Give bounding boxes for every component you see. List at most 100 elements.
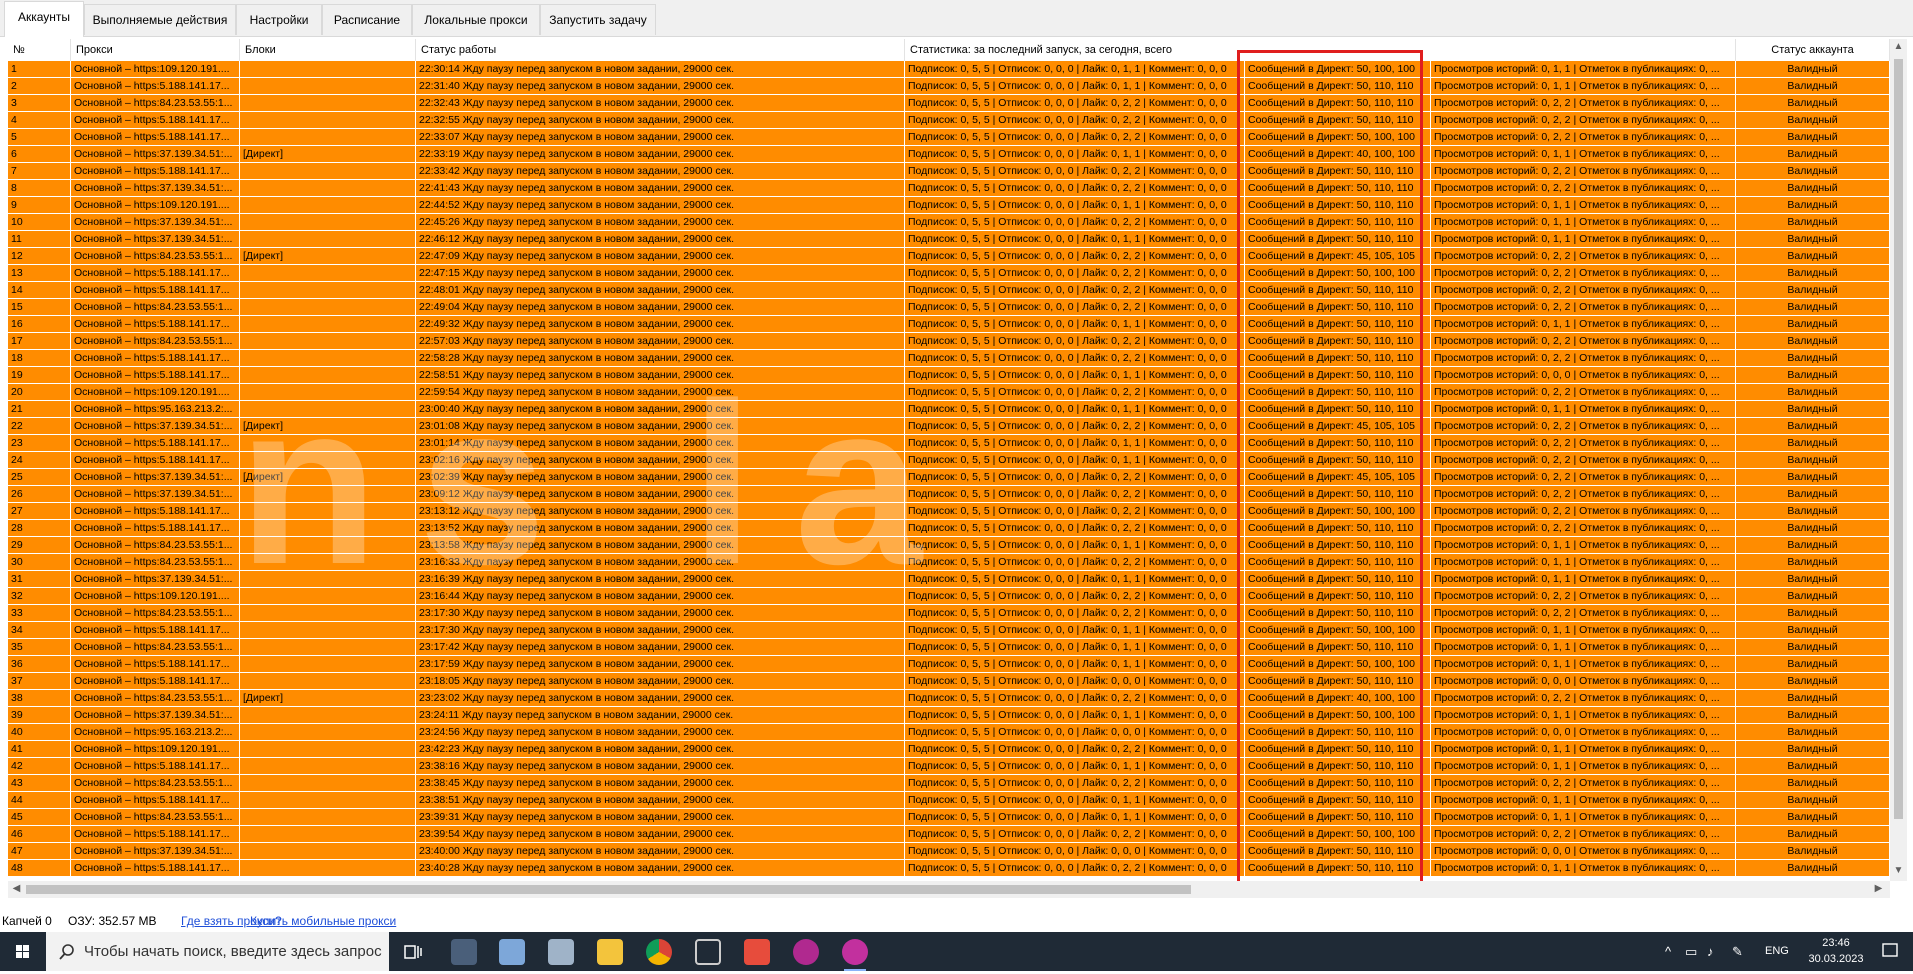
horizontal-scrollbar[interactable]: ◀ ▶	[8, 881, 1890, 898]
clock[interactable]: 23:46 30.03.2023	[1801, 935, 1871, 967]
notepad-icon[interactable]	[499, 939, 525, 965]
table-row[interactable]: 37 Основной – https:5.188.141.17... 23:18:…	[8, 673, 1890, 690]
chrome-icon[interactable]	[646, 939, 672, 965]
table-row[interactable]: 22 Основной – https:37.139.34.51:... [Дире…	[8, 418, 1890, 435]
table-row[interactable]: 14 Основной – https:5.188.141.17... 22:48:…	[8, 282, 1890, 299]
accounts-grid[interactable]: № Прокси Блоки Статус работы Статистика:…	[8, 39, 1890, 881]
table-row[interactable]: 25 Основной – https:37.139.34.51:... [Дире…	[8, 469, 1890, 486]
language-indicator[interactable]: ENG	[1765, 932, 1789, 971]
table-row[interactable]: 19 Основной – https:5.188.141.17... 22:58:…	[8, 367, 1890, 384]
cell-account-status: Валидный	[1736, 367, 1890, 384]
table-row[interactable]: 3 Основной – https:84.23.53.55:1... 22:32:…	[8, 95, 1890, 112]
table-row[interactable]: 45 Основной – https:84.23.53.55:1... 23:39…	[8, 809, 1890, 826]
table-row[interactable]: 1 Основной – https:109.120.191.... 22:30:1…	[8, 61, 1890, 78]
tab-local-proxies[interactable]: Локальные прокси	[412, 4, 540, 35]
table-row[interactable]: 24 Основной – https:5.188.141.17... 23:02:…	[8, 452, 1890, 469]
col-header-work-status[interactable]: Статус работы	[416, 39, 905, 61]
table-row[interactable]: 46 Основной – https:5.188.141.17... 23:39:…	[8, 826, 1890, 843]
table-row[interactable]: 11 Основной – https:37.139.34.51:... 22:46…	[8, 231, 1890, 248]
scroll-left-icon[interactable]: ◀	[8, 883, 25, 894]
cell-statistics-extra: Просмотров историй: 0, 1, 1 | Отметок в …	[1431, 639, 1736, 656]
cell-proxy: Основной – https:109.120.191....	[71, 61, 240, 78]
table-row[interactable]: 27 Основной – https:5.188.141.17... 23:13:…	[8, 503, 1890, 520]
table-row[interactable]: 36 Основной – https:5.188.141.17... 23:17:…	[8, 656, 1890, 673]
cell-blocks	[240, 792, 416, 809]
cell-statistics: Подписок: 0, 5, 5 | Отписок: 0, 0, 0 | Л…	[905, 639, 1245, 656]
tab-accounts[interactable]: Аккаунты	[4, 1, 84, 37]
table-row[interactable]: 10 Основной – https:37.139.34.51:... 22:45…	[8, 214, 1890, 231]
table-row[interactable]: 8 Основной – https:37.139.34.51:... 22:41:…	[8, 180, 1890, 197]
table-row[interactable]: 41 Основной – https:109.120.191.... 23:42:…	[8, 741, 1890, 758]
cell-direct-messages: Сообщений в Директ: 50, 110, 110	[1245, 163, 1431, 180]
table-row[interactable]: 21 Основной – https:95.163.213.2:... 23:00…	[8, 401, 1890, 418]
tab-actions[interactable]: Выполняемые действия	[84, 4, 236, 35]
buy-mobile-proxy-link[interactable]: Купить мобильные прокси	[250, 910, 396, 932]
col-header-proxy[interactable]: Прокси	[71, 39, 240, 61]
cell-account-status: Валидный	[1736, 129, 1890, 146]
col-header-blocks[interactable]: Блоки	[240, 39, 416, 61]
vertical-scroll-thumb[interactable]	[1894, 59, 1903, 819]
cell-direct-messages: Сообщений в Директ: 50, 100, 100	[1245, 826, 1431, 843]
task-view-icon[interactable]	[400, 939, 426, 965]
cell-statistics-extra: Просмотров историй: 0, 1, 1 | Отметок в …	[1431, 214, 1736, 231]
cell-number: 26	[8, 486, 71, 503]
app-icon[interactable]	[451, 939, 477, 965]
table-row[interactable]: 12 Основной – https:84.23.53.55:1... [Дире…	[8, 248, 1890, 265]
table-row[interactable]: 4 Основной – https:5.188.141.17... 22:32:5…	[8, 112, 1890, 129]
table-row[interactable]: 5 Основной – https:5.188.141.17... 22:33:0…	[8, 129, 1890, 146]
table-row[interactable]: 43 Основной – https:84.23.53.55:1... 23:38…	[8, 775, 1890, 792]
chevron-up-icon[interactable]: ^	[1665, 944, 1671, 959]
col-header-number[interactable]: №	[8, 39, 71, 61]
scroll-up-icon[interactable]: ▲	[1890, 41, 1907, 52]
table-row[interactable]: 38 Основной – https:84.23.53.55:1... [Дире…	[8, 690, 1890, 707]
table-row[interactable]: 16 Основной – https:5.188.141.17... 22:49:…	[8, 316, 1890, 333]
table-row[interactable]: 7 Основной – https:5.188.141.17... 22:33:4…	[8, 163, 1890, 180]
table-row[interactable]: 39 Основной – https:37.139.34.51:... 23:24…	[8, 707, 1890, 724]
table-row[interactable]: 26 Основной – https:37.139.34.51:... 23:09…	[8, 486, 1890, 503]
table-row[interactable]: 42 Основной – https:5.188.141.17... 23:38:…	[8, 758, 1890, 775]
table-row[interactable]: 33 Основной – https:84.23.53.55:1... 23:17…	[8, 605, 1890, 622]
table-row[interactable]: 28 Основной – https:5.188.141.17... 23:13:…	[8, 520, 1890, 537]
table-row[interactable]: 44 Основной – https:5.188.141.17... 23:38:…	[8, 792, 1890, 809]
file-explorer-icon[interactable]	[597, 939, 623, 965]
vertical-scrollbar[interactable]: ▲ ▼	[1890, 39, 1907, 881]
start-button[interactable]	[0, 932, 45, 971]
taskbar-search-box[interactable]: Чтобы начать поиск, введите здесь запрос	[46, 932, 389, 971]
table-row[interactable]: 30 Основной – https:84.23.53.55:1... 23:16…	[8, 554, 1890, 571]
table-row[interactable]: 17 Основной – https:84.23.53.55:1... 22:57…	[8, 333, 1890, 350]
table-row[interactable]: 34 Основной – https:5.188.141.17... 23:17:…	[8, 622, 1890, 639]
horizontal-scroll-thumb[interactable]	[26, 885, 1191, 894]
table-row[interactable]: 6 Основной – https:37.139.34.51:... [Дирек…	[8, 146, 1890, 163]
table-row[interactable]: 15 Основной – https:84.23.53.55:1... 22:49…	[8, 299, 1890, 316]
app-icon[interactable]	[744, 939, 770, 965]
network-icon[interactable]: ▭	[1685, 944, 1697, 960]
table-row[interactable]: 32 Основной – https:109.120.191.... 23:16:…	[8, 588, 1890, 605]
scroll-right-icon[interactable]: ▶	[1870, 883, 1887, 894]
user-app-icon[interactable]	[842, 939, 868, 971]
table-row[interactable]: 13 Основной – https:5.188.141.17... 22:47:…	[8, 265, 1890, 282]
table-row[interactable]: 48 Основной – https:5.188.141.17... 23:40:…	[8, 860, 1890, 877]
table-row[interactable]: 9 Основной – https:109.120.191.... 22:44:5…	[8, 197, 1890, 214]
table-row[interactable]: 23 Основной – https:5.188.141.17... 23:01:…	[8, 435, 1890, 452]
table-row[interactable]: 35 Основной – https:84.23.53.55:1... 23:17…	[8, 639, 1890, 656]
col-header-account-status[interactable]: Статус аккаунта	[1736, 39, 1890, 61]
tab-settings[interactable]: Настройки	[236, 4, 322, 35]
table-row[interactable]: 31 Основной – https:37.139.34.51:... 23:16…	[8, 571, 1890, 588]
col-header-statistics[interactable]: Статистика: за последний запуск, за сего…	[905, 39, 1736, 61]
app-icon[interactable]	[695, 939, 721, 965]
pen-icon[interactable]: ✎	[1732, 944, 1743, 960]
tab-run-task[interactable]: Запустить задачу	[540, 4, 656, 35]
user-app-icon[interactable]	[793, 939, 819, 965]
cell-blocks	[240, 673, 416, 690]
table-row[interactable]: 2 Основной – https:5.188.141.17... 22:31:4…	[8, 78, 1890, 95]
notifications-icon[interactable]	[1880, 938, 1900, 964]
scroll-down-icon[interactable]: ▼	[1890, 865, 1907, 876]
table-row[interactable]: 29 Основной – https:84.23.53.55:1... 23:13…	[8, 537, 1890, 554]
app-icon[interactable]	[548, 939, 574, 965]
table-row[interactable]: 20 Основной – https:109.120.191.... 22:59:…	[8, 384, 1890, 401]
volume-icon[interactable]: ♪	[1707, 944, 1714, 959]
table-row[interactable]: 18 Основной – https:5.188.141.17... 22:58:…	[8, 350, 1890, 367]
table-row[interactable]: 40 Основной – https:95.163.213.2:... 23:24…	[8, 724, 1890, 741]
table-row[interactable]: 47 Основной – https:37.139.34.51:... 23:40…	[8, 843, 1890, 860]
tab-schedule[interactable]: Расписание	[322, 4, 412, 35]
